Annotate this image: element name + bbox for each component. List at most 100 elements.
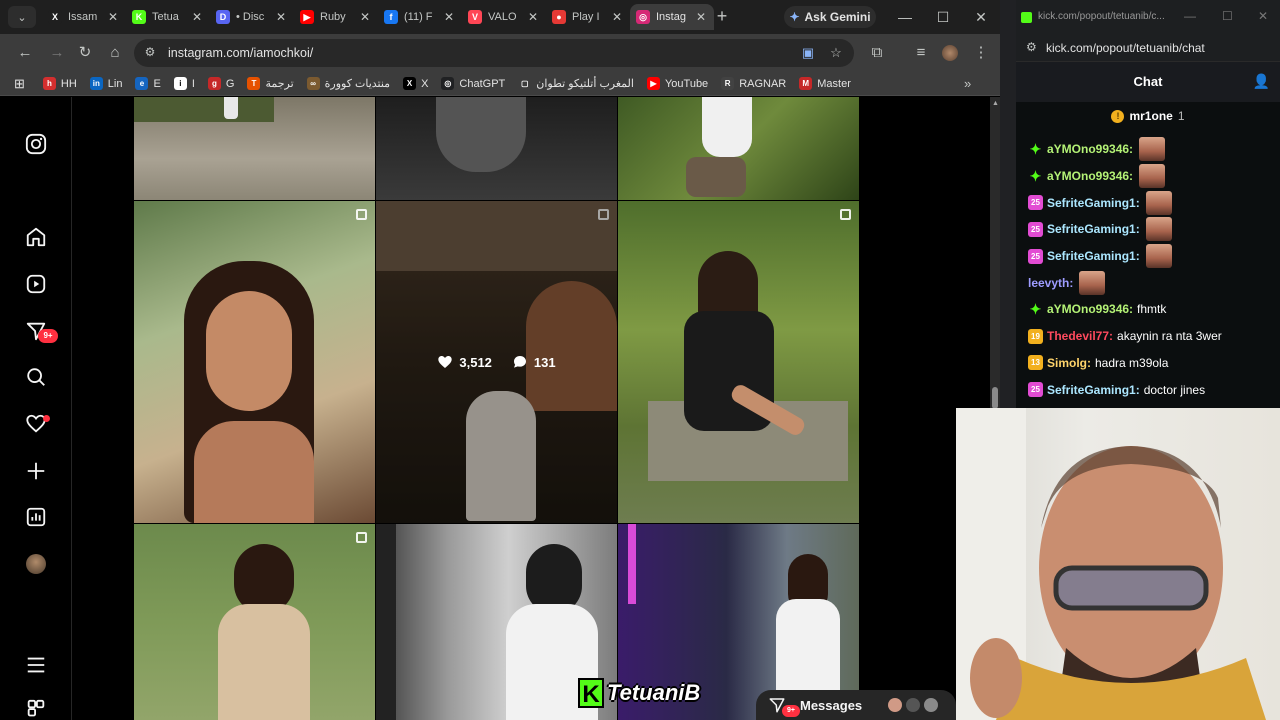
close-window-button[interactable]: ✕ — [1258, 9, 1268, 23]
scroll-thumb[interactable] — [992, 387, 998, 409]
also-from-meta-icon[interactable] — [24, 698, 48, 720]
tab-close-icon[interactable]: ✕ — [190, 10, 204, 24]
browser-tab[interactable]: f (11) F ✕ — [378, 4, 462, 30]
chat-emote — [1079, 270, 1106, 295]
browser-tab[interactable]: X Issam ✕ — [42, 4, 126, 30]
bookmark-item[interactable]: XX — [403, 77, 428, 90]
browser-tab[interactable]: K Tetua ✕ — [126, 4, 210, 30]
chat-username[interactable]: leevyth: — [1028, 276, 1073, 290]
scroll-up-arrow-icon[interactable]: ▲ — [992, 100, 999, 107]
chat-username[interactable]: aYMOno99346: — [1047, 302, 1133, 316]
conversation-avatar[interactable] — [888, 698, 902, 712]
user-list-icon[interactable]: 👤 — [1253, 73, 1270, 90]
post-thumbnail[interactable] — [134, 97, 375, 200]
menu-kebab-icon[interactable]: ⋮ — [970, 42, 992, 64]
profile-avatar[interactable] — [939, 42, 961, 64]
reload-button[interactable]: ↻ — [74, 42, 96, 64]
likes-count: 3,512 — [459, 354, 492, 370]
conversation-avatar[interactable] — [924, 698, 938, 712]
pinned-user: mr1one — [1129, 109, 1173, 123]
bookmark-item[interactable]: ◎ ChatGPT — [441, 77, 505, 90]
bookmark-item[interactable]: gG — [207, 77, 234, 90]
tab-close-icon[interactable]: ✕ — [106, 10, 120, 24]
tab-close-icon[interactable]: ✕ — [694, 10, 708, 24]
pinned-gifter[interactable]: ! mr1one 1 — [1016, 104, 1280, 128]
kick-address-bar[interactable]: ⚙ kick.com/popout/tetuanib/chat — [1016, 34, 1280, 62]
bookmark-item[interactable]: iI — [173, 77, 195, 90]
new-tab-button[interactable]: + — [712, 6, 732, 26]
search-icon[interactable] — [24, 365, 48, 389]
browser-tab[interactable]: ▶ Ruby ✕ — [294, 4, 378, 30]
ask-gemini-button[interactable]: ✦ Ask Gemini — [784, 6, 876, 28]
kick-overlay-name: TetuaniB — [607, 680, 701, 705]
tab-close-icon[interactable]: ✕ — [442, 10, 456, 24]
post-thumbnail[interactable] — [618, 201, 859, 523]
chat-title: Chat — [1133, 74, 1163, 89]
forward-button[interactable]: → — [46, 42, 68, 64]
media-control-icon[interactable]: ≡ — [910, 42, 932, 64]
bookmark-item[interactable]: h HH — [42, 77, 77, 90]
bookmark-favicon-icon: ▢ — [518, 77, 532, 90]
hamburger-menu-icon[interactable] — [24, 653, 48, 677]
site-info-icon[interactable]: ⚙ — [142, 45, 158, 61]
post-thumbnail[interactable] — [376, 97, 617, 200]
bookmark-item[interactable]: T ترجمة — [247, 77, 294, 90]
chat-text: akaynin ra nta 3wer — [1117, 329, 1222, 344]
profile-avatar[interactable] — [26, 554, 46, 574]
chat-text: doctor jines — [1143, 382, 1206, 397]
bookmark-item[interactable]: ∞ منتديات كوورة — [306, 77, 390, 90]
bookmark-item[interactable]: ▢ المغرب أتلتيكو تطوان — [518, 77, 634, 90]
bookmarks-overflow-icon[interactable]: » — [964, 76, 978, 91]
post-thumbnail[interactable] — [618, 97, 859, 200]
home-icon[interactable] — [24, 225, 48, 249]
close-window-button[interactable]: ✕ — [966, 6, 996, 28]
messages-dock[interactable]: 9+ Messages — [756, 690, 956, 720]
tab-close-icon[interactable]: ✕ — [526, 10, 540, 24]
bookmark-star-icon[interactable]: ☆ — [828, 45, 844, 61]
address-bar[interactable]: ⚙ instagram.com/iamochkoi/ ▣ ☆ — [134, 39, 854, 67]
dashboard-chart-icon[interactable] — [24, 505, 48, 529]
post-thumbnail-hovered[interactable]: 3,512 131 — [376, 201, 617, 523]
browser-tab[interactable]: V VALO ✕ — [462, 4, 546, 30]
chat-username[interactable]: aYMOno99346: — [1047, 169, 1133, 183]
post-thumbnail[interactable] — [134, 201, 375, 523]
chat-username[interactable]: aYMOno99346: — [1047, 142, 1133, 156]
bookmark-item[interactable]: M Master — [799, 77, 851, 90]
bookmark-item[interactable]: ▶ YouTube — [646, 77, 708, 90]
create-plus-icon[interactable] — [24, 459, 48, 483]
reels-icon[interactable] — [24, 272, 48, 296]
browser-tab[interactable]: D • Disc ✕ — [210, 4, 294, 30]
browser-tab[interactable]: ◎ Instag ✕ — [630, 4, 714, 30]
post-thumbnail[interactable] — [134, 524, 375, 720]
chat-username[interactable]: SefriteGaming1: — [1047, 249, 1140, 263]
tab-search-button[interactable]: ⌄ — [8, 6, 36, 28]
bookmark-item[interactable]: in Lin — [89, 77, 122, 90]
conversation-avatar[interactable] — [906, 698, 920, 712]
home-button[interactable]: ⌂ — [104, 42, 126, 64]
bookmark-item[interactable]: R RAGNAR — [721, 77, 786, 90]
tab-title: Issam — [68, 11, 98, 23]
bookmark-label: المغرب أتلتيكو تطوان — [536, 78, 634, 90]
chat-badge-icon: 19 — [1028, 328, 1043, 344]
maximize-button[interactable]: ☐ — [928, 6, 958, 28]
lens-icon[interactable]: ▣ — [800, 45, 816, 61]
chat-username[interactable]: Thedevil77: — [1047, 329, 1113, 343]
tab-close-icon[interactable]: ✕ — [610, 10, 624, 24]
chat-username[interactable]: SefriteGaming1: — [1047, 196, 1140, 210]
browser-toolbar: ← → ↻ ⌂ ⚙ instagram.com/iamochkoi/ ▣ ☆ ⧉… — [0, 34, 1000, 72]
site-info-icon[interactable]: ⚙ — [1026, 40, 1037, 54]
minimize-button[interactable]: — — [1184, 9, 1196, 23]
chat-username[interactable]: SefriteGaming1: — [1047, 222, 1140, 236]
maximize-button[interactable]: ☐ — [1222, 9, 1233, 23]
browser-tab[interactable]: ● Play I ✕ — [546, 4, 630, 30]
chat-username[interactable]: Simolg: — [1047, 356, 1091, 370]
minimize-button[interactable]: — — [890, 6, 920, 28]
extensions-icon[interactable]: ⧉ — [866, 42, 888, 64]
tab-close-icon[interactable]: ✕ — [274, 10, 288, 24]
chat-username[interactable]: SefriteGaming1: — [1047, 383, 1140, 397]
instagram-logo-icon[interactable] — [24, 132, 48, 156]
back-button[interactable]: ← — [14, 42, 36, 64]
tab-close-icon[interactable]: ✕ — [358, 10, 372, 24]
bookmark-item[interactable]: eE — [135, 77, 161, 90]
apps-grid-icon[interactable]: ⊞ — [14, 76, 25, 92]
